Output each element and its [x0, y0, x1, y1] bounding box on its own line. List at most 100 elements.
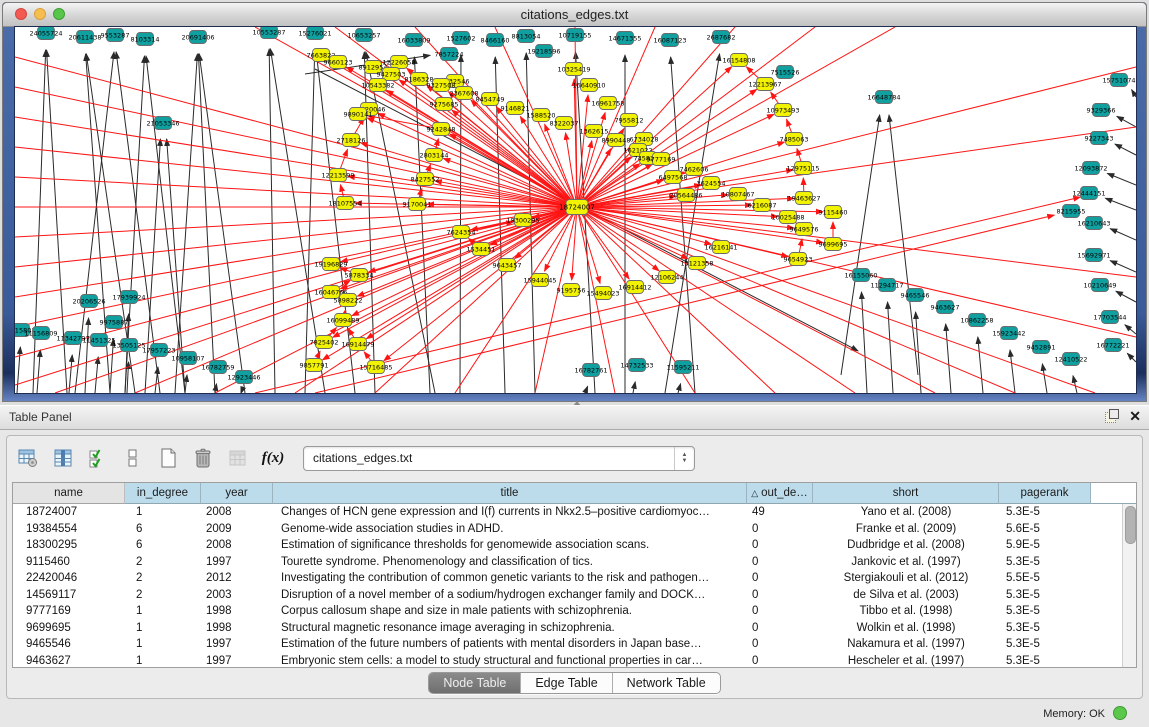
cell-year[interactable]: 1998: [201, 620, 273, 637]
cell-short[interactable]: de Silva et al. (2003): [813, 587, 999, 604]
cell-in-degree[interactable]: 1: [125, 620, 201, 637]
cell-pagerank[interactable]: 5.3E-5: [999, 554, 1091, 571]
cell-name[interactable]: 9699695: [13, 620, 125, 637]
close-panel-icon[interactable]: ✕: [1129, 409, 1141, 423]
black-edge[interactable]: [678, 384, 681, 393]
cell-name[interactable]: 22420046: [13, 570, 125, 587]
table-row[interactable]: 2242004622012Investigating the contribut…: [13, 570, 1122, 587]
cell-name[interactable]: 18724007: [13, 504, 125, 521]
cell-short[interactable]: Wolkin et al. (1998): [813, 620, 999, 637]
cell-year[interactable]: 2012: [201, 570, 273, 587]
table-selector-dropdown[interactable]: citations_edges.txt ▲▼: [303, 446, 695, 471]
black-edge[interactable]: [978, 337, 983, 393]
cell-year[interactable]: 2009: [201, 521, 273, 538]
black-edge[interactable]: [585, 386, 588, 393]
cell-name[interactable]: 9465546: [13, 636, 125, 653]
black-edge[interactable]: [1116, 291, 1136, 302]
cell-pagerank[interactable]: 5.6E-5: [999, 521, 1091, 538]
cell-title[interactable]: Changes of HCN gene expression and I(f) …: [273, 504, 747, 521]
cell-in-degree[interactable]: 6: [125, 537, 201, 554]
table-row[interactable]: 911546021997Tourette syndrome. Phenomeno…: [13, 554, 1122, 571]
cell-short[interactable]: Tibbo et al. (1998): [813, 603, 999, 620]
red-edge[interactable]: [367, 118, 577, 207]
red-edge[interactable]: [577, 207, 1136, 277]
black-edge[interactable]: [1110, 261, 1136, 272]
delete-table-button[interactable]: [190, 445, 216, 471]
column-header-pagerank[interactable]: pagerank: [999, 483, 1091, 504]
black-edge[interactable]: [1107, 173, 1136, 185]
cell-name[interactable]: 9115460: [13, 554, 125, 571]
red-edge[interactable]: [577, 207, 855, 393]
function-builder-button[interactable]: f(x): [260, 445, 286, 471]
black-edge[interactable]: [1042, 364, 1047, 393]
red-edge[interactable]: [450, 134, 577, 207]
black-edge[interactable]: [33, 50, 46, 393]
black-edge[interactable]: [185, 375, 187, 393]
cell-out-de-[interactable]: 0: [747, 537, 813, 554]
column-header-name[interactable]: name: [13, 483, 125, 504]
cell-in-degree[interactable]: 1: [125, 603, 201, 620]
cell-title[interactable]: Genome-wide association studies in ADHD.: [273, 521, 747, 538]
table-row[interactable]: 1830029562008Estimation of significance …: [13, 537, 1122, 554]
scrollbar-thumb[interactable]: [1125, 506, 1136, 544]
show-columns-button[interactable]: [50, 445, 76, 471]
red-edge[interactable]: [366, 207, 577, 339]
black-edge[interactable]: [1117, 116, 1136, 127]
cell-title[interactable]: Embryonic stem cells: a model to study s…: [273, 653, 747, 668]
black-edge[interactable]: [146, 56, 185, 393]
cell-pagerank[interactable]: 5.3E-5: [999, 587, 1091, 604]
cell-pagerank[interactable]: 5.3E-5: [999, 603, 1091, 620]
cell-short[interactable]: Nakamura et al. (1997): [813, 636, 999, 653]
cell-short[interactable]: Dudbridge et al. (2008): [813, 537, 999, 554]
cell-in-degree[interactable]: 2: [125, 570, 201, 587]
citation-network-graph[interactable]: 1872400776638229660123891295412226058942…: [15, 27, 1136, 393]
table-row[interactable]: 946362711997Embryonic stem cells: a mode…: [13, 653, 1122, 668]
cell-title[interactable]: Tourette syndrome. Phenomenology and cla…: [273, 554, 747, 571]
tab-edge-table[interactable]: Edge Table: [521, 673, 612, 693]
cell-title[interactable]: Investigating the contribution of common…: [273, 570, 747, 587]
cell-name[interactable]: 18300295: [13, 537, 125, 554]
black-edge[interactable]: [888, 302, 893, 393]
cell-pagerank[interactable]: 5.3E-5: [999, 653, 1091, 668]
cell-pagerank[interactable]: 5.3E-5: [999, 620, 1091, 637]
cell-short[interactable]: Stergiakouli et al. (2012): [813, 570, 999, 587]
black-edge[interactable]: [1073, 376, 1077, 393]
cell-in-degree[interactable]: 1: [125, 653, 201, 668]
select-rows-button[interactable]: [85, 445, 111, 471]
column-header-in-degree[interactable]: in_degree: [125, 483, 201, 504]
red-edge[interactable]: [15, 117, 577, 207]
column-header-year[interactable]: year: [201, 483, 273, 504]
black-edge[interactable]: [1132, 90, 1136, 97]
cell-year[interactable]: 1997: [201, 653, 273, 668]
black-edge[interactable]: [17, 347, 20, 393]
clear-selection-button[interactable]: [120, 445, 146, 471]
cell-name[interactable]: 9777169: [13, 603, 125, 620]
cell-title[interactable]: Disruption of a novel member of a sodium…: [273, 587, 747, 604]
cell-in-degree[interactable]: 2: [125, 587, 201, 604]
tab-node-table[interactable]: Node Table: [429, 673, 521, 693]
column-header-title[interactable]: title: [273, 483, 747, 504]
cell-out-de-[interactable]: 0: [747, 603, 813, 620]
table-row[interactable]: 969969511998Structural magnetic resonanc…: [13, 620, 1122, 637]
cell-short[interactable]: Hescheler et al. (1997): [813, 653, 999, 668]
black-edge[interactable]: [671, 57, 695, 393]
red-edge[interactable]: [381, 73, 577, 207]
black-edge[interactable]: [199, 54, 245, 393]
cell-out-de-[interactable]: 49: [747, 504, 813, 521]
table-row[interactable]: 1872400712008Changes of HCN gene express…: [13, 504, 1122, 521]
cell-pagerank[interactable]: 5.5E-5: [999, 570, 1091, 587]
black-edge[interactable]: [414, 57, 430, 393]
black-edge[interactable]: [1125, 325, 1136, 334]
red-edge[interactable]: [577, 207, 1095, 393]
cell-name[interactable]: 9463627: [13, 653, 125, 668]
cell-title[interactable]: Estimation of significance thresholds fo…: [273, 537, 747, 554]
cell-out-de-[interactable]: 0: [747, 653, 813, 668]
black-edge[interactable]: [95, 357, 98, 393]
cell-pagerank[interactable]: 5.3E-5: [999, 636, 1091, 653]
float-panel-icon[interactable]: [1105, 409, 1119, 423]
table-options-button[interactable]: [15, 445, 41, 471]
table-row[interactable]: 977716911998Corpus callosum shape and si…: [13, 603, 1122, 620]
cell-in-degree[interactable]: 1: [125, 636, 201, 653]
black-edge[interactable]: [198, 54, 215, 393]
cell-in-degree[interactable]: 1: [125, 504, 201, 521]
